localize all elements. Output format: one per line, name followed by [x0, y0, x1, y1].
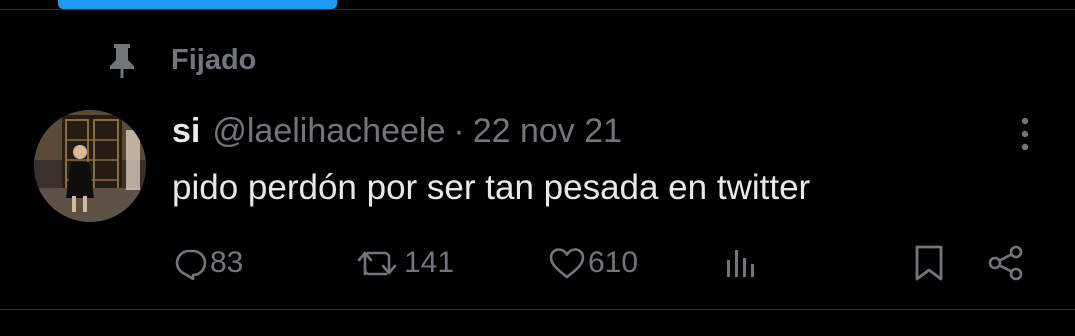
author-name[interactable]: si — [172, 112, 200, 151]
share-icon — [986, 245, 1026, 281]
reply-button[interactable]: 83 — [174, 240, 243, 286]
avatar[interactable] — [34, 110, 146, 222]
share-button[interactable] — [986, 240, 1026, 286]
reply-count: 83 — [210, 246, 244, 279]
retweet-count: 141 — [404, 246, 455, 279]
pinned-indicator: Fijado — [104, 40, 256, 80]
top-divider — [0, 9, 1075, 10]
views-button[interactable] — [724, 240, 760, 286]
reply-icon — [174, 246, 208, 280]
pin-icon — [104, 40, 140, 80]
more-icon[interactable] — [1010, 114, 1040, 154]
like-icon — [548, 246, 586, 280]
tweet-date[interactable]: 22 nov 21 — [473, 112, 622, 151]
pinned-label: Fijado — [171, 43, 257, 76]
views-icon — [724, 246, 760, 280]
like-count: 610 — [588, 246, 639, 279]
separator-dot: · — [453, 111, 465, 150]
tweet-text: pido perdón por ser tan pesada en twitte… — [172, 168, 811, 207]
active-tab-indicator — [58, 0, 337, 9]
tweet-header: si @laelihacheele · 22 nov 21 — [172, 106, 622, 156]
bookmark-icon — [912, 244, 946, 282]
retweet-button[interactable]: 141 — [356, 240, 454, 286]
bookmark-button[interactable] — [912, 240, 946, 286]
retweet-icon — [356, 246, 402, 280]
bottom-divider — [0, 309, 1075, 310]
author-handle[interactable]: @laelihacheele — [212, 112, 445, 151]
like-button[interactable]: 610 — [548, 240, 638, 286]
